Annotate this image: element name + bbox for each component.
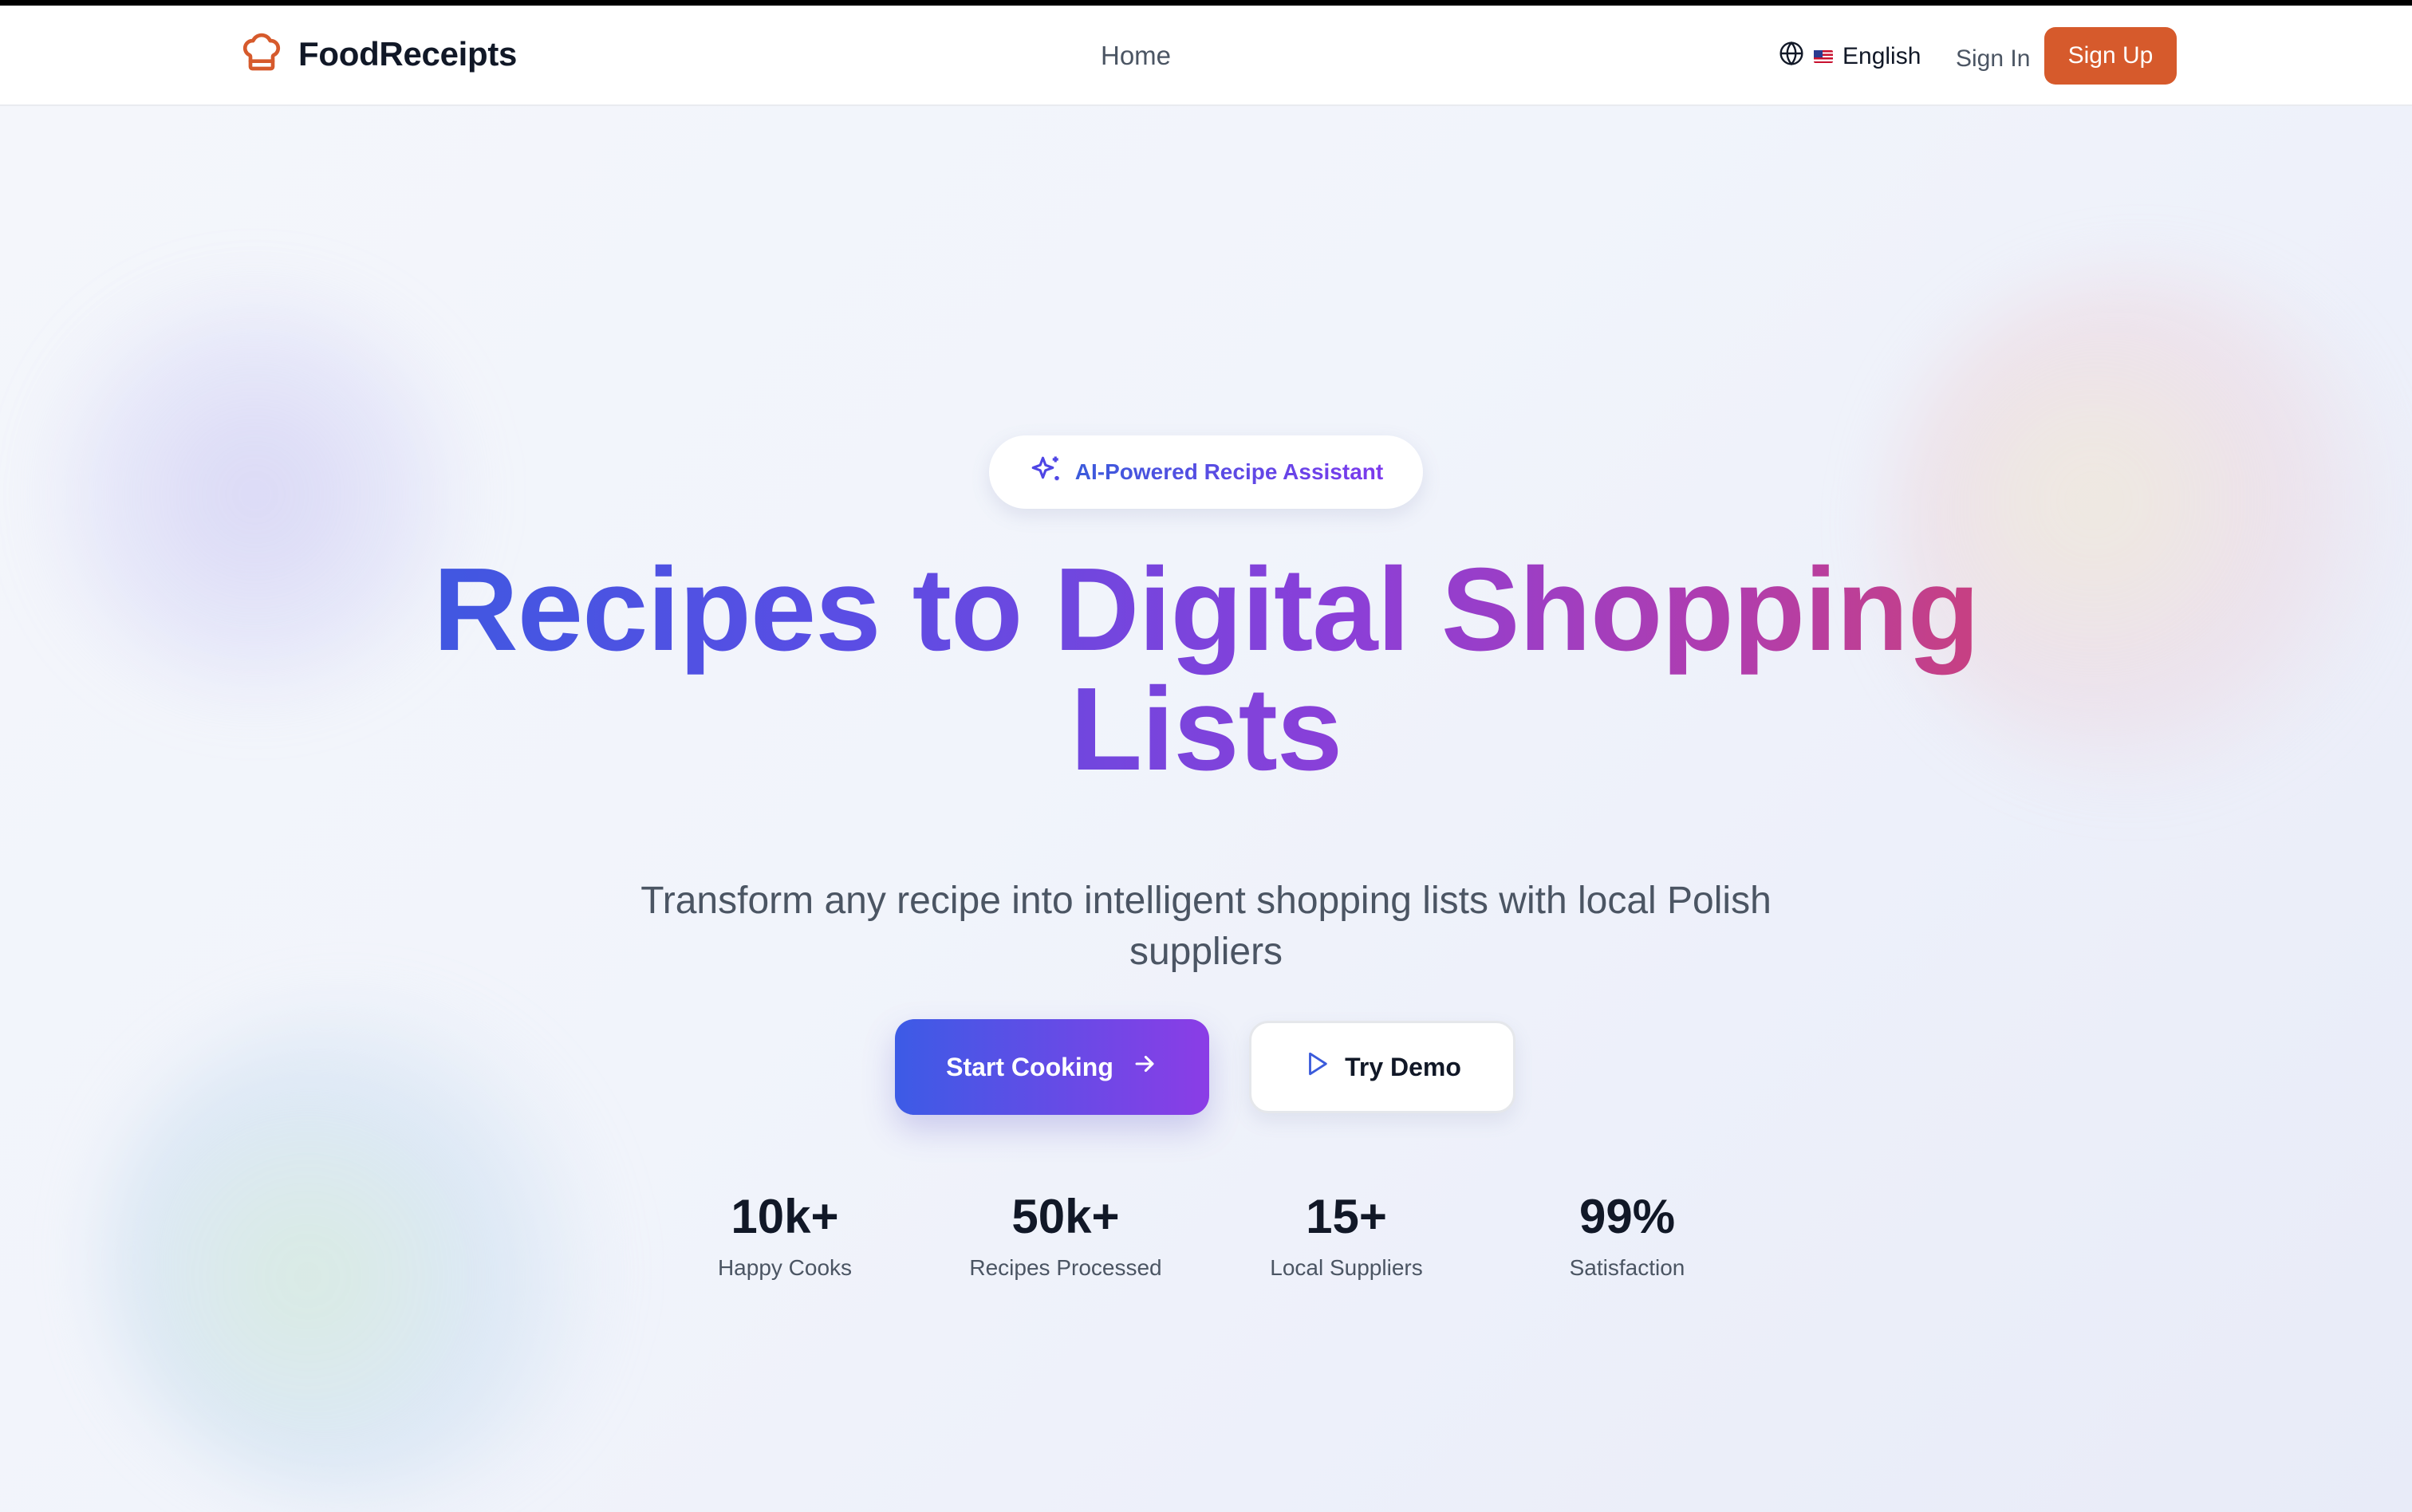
stat-recipes-processed: 50k+ Recipes Processed xyxy=(938,1188,1193,1281)
us-flag-icon xyxy=(1814,50,1833,63)
ai-badge: AI-Powered Recipe Assistant xyxy=(989,435,1423,509)
stat-label: Local Suppliers xyxy=(1270,1255,1423,1280)
stat-label: Recipes Processed xyxy=(969,1255,1162,1280)
stat-label: Satisfaction xyxy=(1569,1255,1685,1280)
start-cooking-label: Start Cooking xyxy=(946,1052,1113,1081)
sign-up-button[interactable]: Sign Up xyxy=(2044,27,2177,85)
stat-value: 10k+ xyxy=(731,1190,839,1243)
globe-icon xyxy=(1779,41,1804,73)
stat-local-suppliers: 15+ Local Suppliers xyxy=(1219,1188,1474,1281)
chef-hat-icon xyxy=(239,30,284,78)
ai-badge-label: AI-Powered Recipe Assistant xyxy=(1074,459,1384,484)
stat-value: 15+ xyxy=(1306,1190,1387,1243)
hero-subtitle: Transform any recipe into intelligent sh… xyxy=(640,880,1772,973)
background-blob-green xyxy=(104,1005,614,1499)
language-label: English xyxy=(1843,43,1921,69)
hero-title: Recipes to Digital Shopping Lists xyxy=(329,550,2083,789)
stat-happy-cooks: 10k+ Happy Cooks xyxy=(657,1188,912,1281)
sign-in-link[interactable]: Sign In xyxy=(1956,45,2030,73)
try-demo-button[interactable]: Try Demo xyxy=(1249,1021,1515,1113)
brand-logo[interactable]: FoodReceipts xyxy=(239,30,517,78)
stat-label: Happy Cooks xyxy=(717,1255,853,1280)
brand-name: FoodReceipts xyxy=(298,34,518,73)
stat-value: 99% xyxy=(1578,1190,1676,1243)
play-icon xyxy=(1303,1050,1330,1084)
stat-satisfaction: 99% Satisfaction xyxy=(1500,1188,1755,1281)
nav-link-home[interactable]: Home xyxy=(1101,41,1171,71)
try-demo-label: Try Demo xyxy=(1345,1052,1461,1081)
arrow-right-icon xyxy=(1131,1050,1158,1084)
start-cooking-button[interactable]: Start Cooking xyxy=(895,1019,1209,1115)
browser-top-edge xyxy=(0,0,2412,6)
navbar: FoodReceipts Home English Sign In Sign U… xyxy=(0,6,2412,106)
language-selector[interactable]: English xyxy=(1779,41,1921,73)
stat-value: 50k+ xyxy=(1011,1190,1120,1243)
sparkles-icon xyxy=(1029,454,1062,491)
